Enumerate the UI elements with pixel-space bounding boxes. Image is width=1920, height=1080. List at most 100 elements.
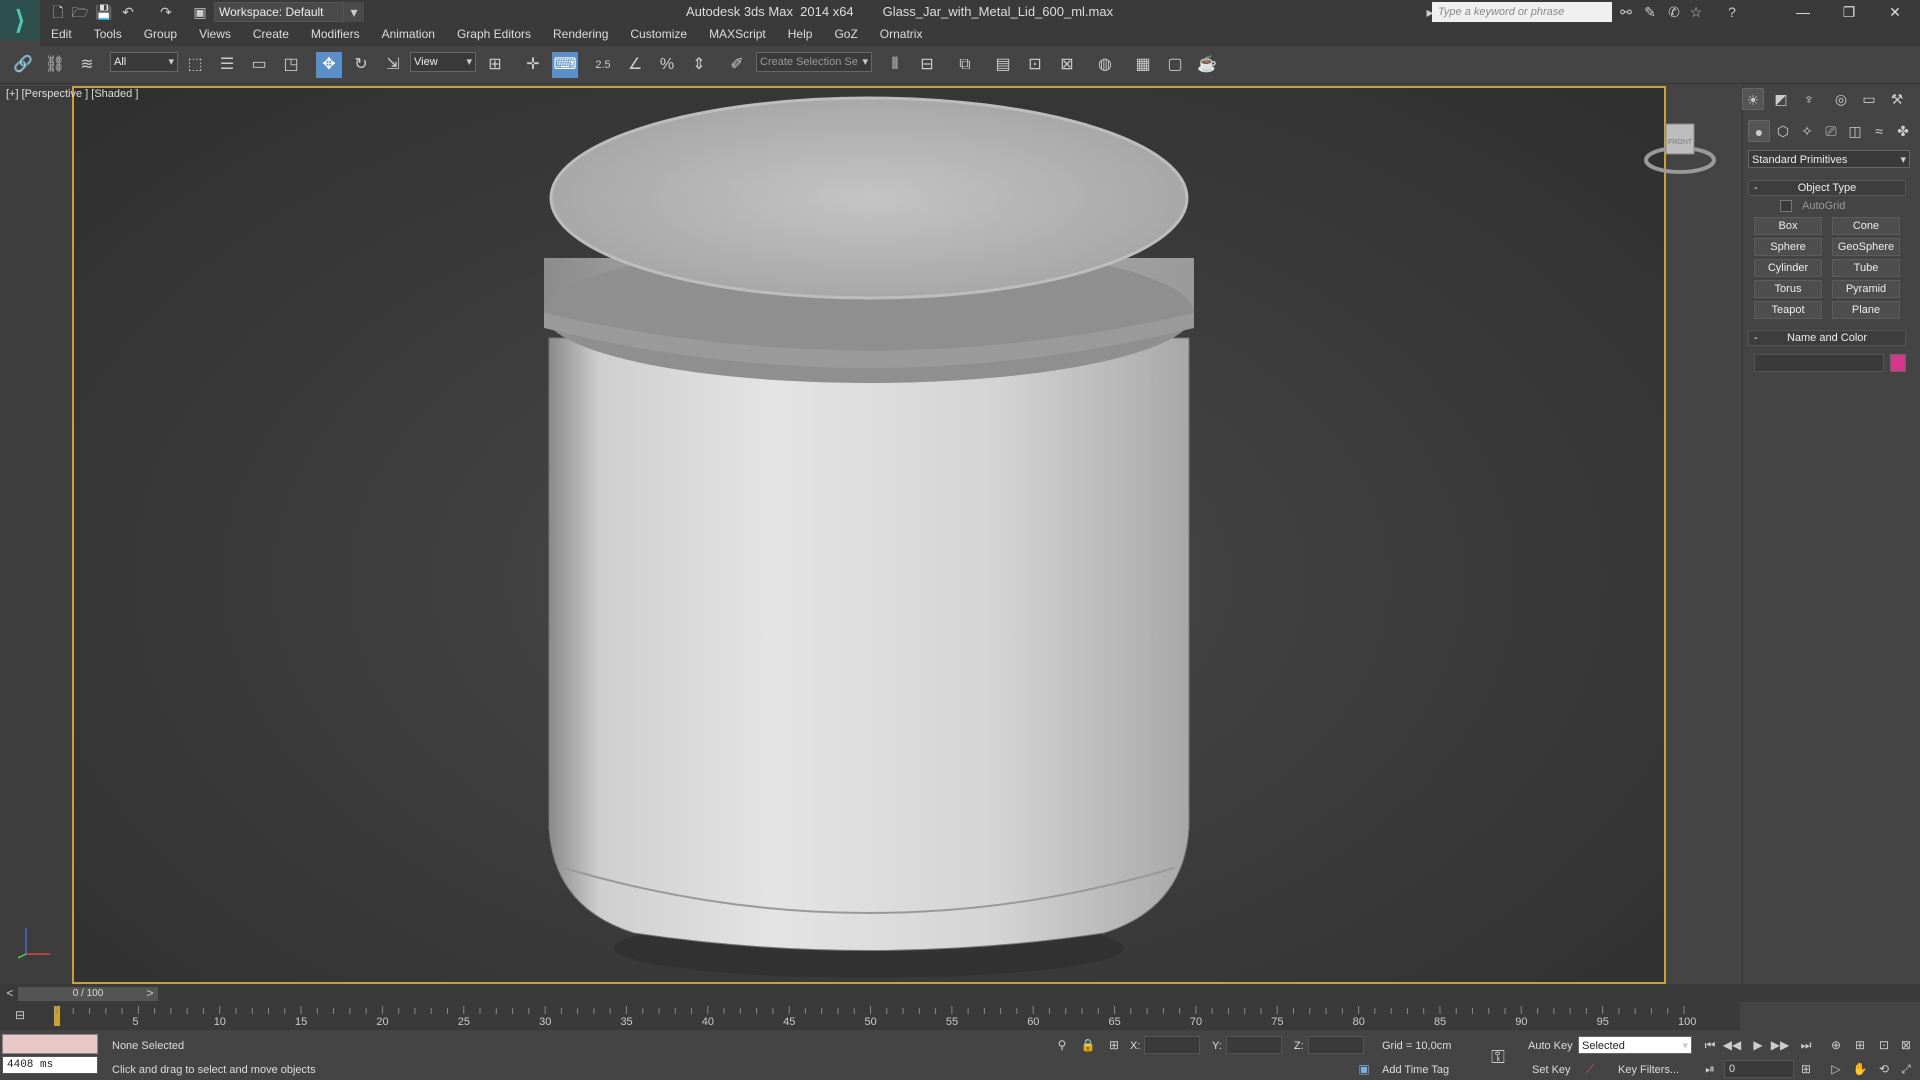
object-type-rollout-header[interactable]: - Object Type xyxy=(1748,180,1906,196)
select-and-rotate-icon[interactable]: ↻ xyxy=(348,52,374,78)
play-icon[interactable]: ▶ xyxy=(1748,1036,1768,1054)
layer-manager-icon[interactable]: ⧉ xyxy=(952,52,978,78)
snaps-toggle-button[interactable]: 2.5 xyxy=(590,52,616,78)
geosphere-button[interactable]: GeoSphere xyxy=(1832,238,1900,256)
add-time-tag-button[interactable]: Add Time Tag xyxy=(1382,1064,1449,1076)
shapes-icon[interactable]: ⬡ xyxy=(1772,120,1794,142)
orbit-icon[interactable]: ⟲ xyxy=(1874,1060,1894,1078)
workspace-dropdown[interactable]: Workspace: Default xyxy=(214,2,344,22)
modify-tab-icon[interactable]: ◩ xyxy=(1770,88,1792,110)
tube-button[interactable]: Tube xyxy=(1832,259,1900,277)
favorites-star-icon[interactable]: ☆ xyxy=(1686,2,1706,22)
key-mode-dropdown[interactable]: Selected xyxy=(1578,1036,1692,1055)
track-bar[interactable]: ⊟ 5 10 15 20 25 30 35 40 45 50 55 60 65 70 75 80 85 90 95 1… xyxy=(0,1002,1740,1030)
menu-create[interactable]: Create xyxy=(242,24,300,44)
zoom-icon[interactable]: ⊕ xyxy=(1826,1036,1846,1054)
viewcube[interactable]: FRONT xyxy=(1640,120,1720,176)
plane-button[interactable]: Plane xyxy=(1832,301,1900,319)
mirror-icon[interactable]: ⫴ xyxy=(882,52,908,78)
select-object-icon[interactable]: ⬚ xyxy=(182,52,208,78)
object-name-input[interactable] xyxy=(1754,354,1884,372)
new-file-icon[interactable]: 🗋 xyxy=(48,2,68,22)
lights-icon[interactable]: ✧ xyxy=(1796,120,1818,142)
binoculars-icon[interactable]: ⚯ xyxy=(1616,2,1636,22)
autogrid-checkbox[interactable] xyxy=(1780,200,1792,212)
named-selection-dropdown[interactable]: Create Selection Se xyxy=(756,52,872,72)
menu-animation[interactable]: Animation xyxy=(371,24,446,44)
zoom-extents-icon[interactable]: ⊡ xyxy=(1874,1036,1894,1054)
set-key-big-icon[interactable]: ⚿ xyxy=(1488,1048,1508,1066)
name-and-color-rollout-header[interactable]: - Name and Color xyxy=(1748,330,1906,346)
box-button[interactable]: Box xyxy=(1754,217,1822,235)
redo-icon[interactable]: ↷ xyxy=(156,2,176,22)
schematic-view-icon[interactable]: ⊠ xyxy=(1054,52,1080,78)
go-to-end-icon[interactable]: ⏭ xyxy=(1796,1036,1816,1054)
maxscript-listener-mini[interactable] xyxy=(2,1034,98,1054)
time-slider-prev-icon[interactable]: < xyxy=(0,984,20,1002)
window-crossing-icon[interactable]: ◳ xyxy=(278,52,304,78)
systems-icon[interactable]: ✤ xyxy=(1892,120,1914,142)
search-input[interactable]: Type a keyword or phrase xyxy=(1432,2,1612,22)
time-slider[interactable]: 0 / 100 xyxy=(18,987,158,1001)
menu-tools[interactable]: Tools xyxy=(83,24,133,44)
menu-goz[interactable]: GoZ xyxy=(823,24,868,44)
curve-editor-icon[interactable]: ⊡ xyxy=(1022,52,1048,78)
angle-snap-icon[interactable]: ∠ xyxy=(622,52,648,78)
menu-modifiers[interactable]: Modifiers xyxy=(300,24,371,44)
z-coordinate-field[interactable] xyxy=(1308,1036,1364,1054)
torus-button[interactable]: Torus xyxy=(1754,280,1822,298)
auto-key-button[interactable]: Auto Key xyxy=(1528,1040,1573,1052)
selection-lock-icon[interactable]: 🔒 xyxy=(1078,1036,1098,1054)
previous-frame-icon[interactable]: ◀◀ xyxy=(1722,1036,1742,1054)
time-slider-next-icon[interactable]: > xyxy=(140,984,160,1002)
menu-ornatrix[interactable]: Ornatrix xyxy=(869,24,934,44)
select-and-move-icon[interactable]: ✥ xyxy=(316,52,342,78)
key-tangent-icon[interactable]: ⟋ xyxy=(1580,1060,1600,1078)
space-warps-icon[interactable]: ≈ xyxy=(1868,120,1890,142)
project-folder-icon[interactable]: ▣ xyxy=(190,2,210,22)
field-of-view-icon[interactable]: ▷ xyxy=(1826,1060,1846,1078)
minimize-button[interactable]: — xyxy=(1780,0,1826,24)
menu-graph-editors[interactable]: Graph Editors xyxy=(446,24,542,44)
graphite-ribbon-icon[interactable]: ▤ xyxy=(990,52,1016,78)
display-tab-icon[interactable]: ▭ xyxy=(1858,88,1880,110)
keyboard-shortcut-override-icon[interactable]: ⌨ xyxy=(552,52,578,78)
key-mode-toggle-icon[interactable]: ⏯ xyxy=(1700,1060,1720,1078)
key-filters-button[interactable]: Key Filters... xyxy=(1618,1064,1679,1076)
select-by-name-icon[interactable]: ☰ xyxy=(214,52,240,78)
open-file-icon[interactable]: 🗁 xyxy=(70,2,90,22)
align-icon[interactable]: ⊟ xyxy=(914,52,940,78)
geometry-icon[interactable]: ● xyxy=(1748,120,1770,142)
go-to-start-icon[interactable]: ⏮ xyxy=(1700,1036,1720,1054)
reference-coordinate-dropdown[interactable]: View xyxy=(410,52,476,72)
bind-to-space-warp-icon[interactable]: ≋ xyxy=(74,52,100,78)
communication-center-icon[interactable]: ✆ xyxy=(1664,2,1684,22)
undo-icon[interactable]: ↶ xyxy=(118,2,138,22)
y-coordinate-field[interactable] xyxy=(1226,1036,1282,1054)
helpers-icon[interactable]: ◫ xyxy=(1844,120,1866,142)
x-coordinate-field[interactable] xyxy=(1144,1036,1200,1054)
manipulate-icon[interactable]: ✛ xyxy=(520,52,546,78)
render-setup-icon[interactable]: ▦ xyxy=(1130,52,1156,78)
zoom-extents-all-icon[interactable]: ⊠ xyxy=(1896,1036,1916,1054)
percent-snap-icon[interactable]: % xyxy=(654,52,680,78)
menu-rendering[interactable]: Rendering xyxy=(542,24,619,44)
pan-view-icon[interactable]: ✋ xyxy=(1850,1060,1870,1078)
pivot-center-icon[interactable]: ⊞ xyxy=(482,52,508,78)
help-icon[interactable]: ? xyxy=(1722,2,1742,22)
app-logo-icon[interactable]: ⟩ xyxy=(0,0,40,40)
cone-button[interactable]: Cone xyxy=(1832,217,1900,235)
set-key-button[interactable]: Set Key xyxy=(1532,1064,1571,1076)
menu-customize[interactable]: Customize xyxy=(619,24,698,44)
cylinder-button[interactable]: Cylinder xyxy=(1754,259,1822,277)
menu-views[interactable]: Views xyxy=(188,24,242,44)
material-editor-icon[interactable]: ◍ xyxy=(1092,52,1118,78)
motion-tab-icon[interactable]: ◎ xyxy=(1830,88,1852,110)
current-frame-field[interactable]: 0 xyxy=(1724,1060,1794,1078)
time-configuration-icon[interactable]: ⊞ xyxy=(1796,1060,1816,1078)
close-button[interactable]: ✕ xyxy=(1872,0,1918,24)
absolute-mode-icon[interactable]: ⊞ xyxy=(1104,1036,1124,1054)
time-tag-icon[interactable]: ▣ xyxy=(1354,1060,1374,1078)
spinner-snap-icon[interactable]: ⇕ xyxy=(686,52,712,78)
utilities-tab-icon[interactable]: ⚒ xyxy=(1886,88,1908,110)
